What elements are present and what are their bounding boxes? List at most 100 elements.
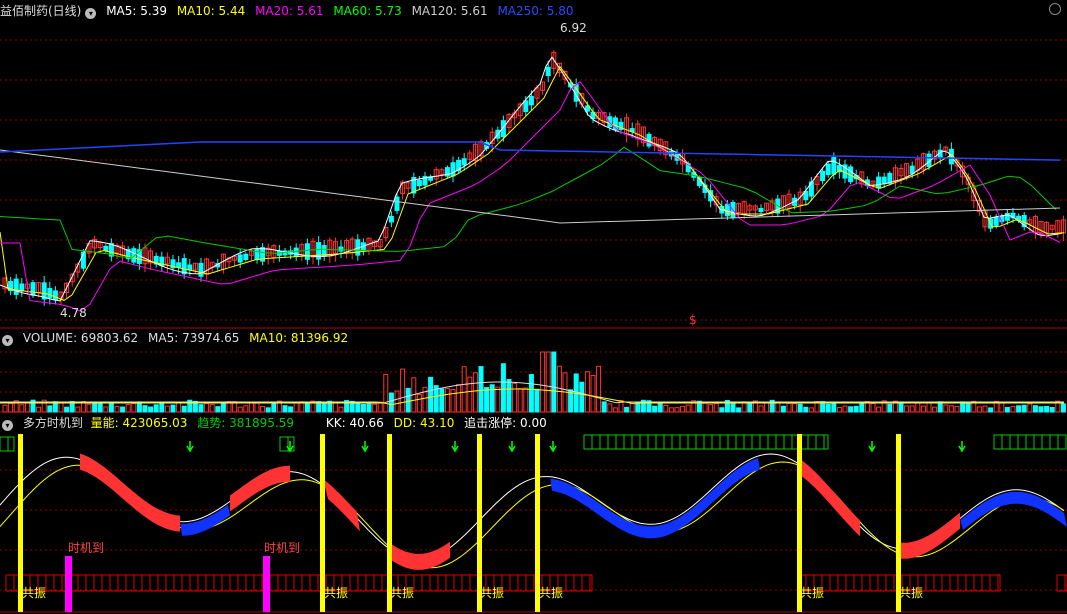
volume-bar <box>467 376 473 413</box>
volume-bar <box>534 388 540 413</box>
chart-canvas[interactable] <box>0 0 1067 614</box>
volume-bar <box>596 365 602 413</box>
candle-body <box>19 283 25 292</box>
volume-bar <box>1060 403 1066 413</box>
ma250-label: MA250: 5.80 <box>497 4 574 18</box>
volume-bar <box>607 403 613 413</box>
volume-bar <box>719 407 725 413</box>
volume-bar <box>590 374 596 413</box>
candle-body <box>1004 212 1010 221</box>
candle-body <box>13 278 19 295</box>
ma60-label: MA60: 5.73 <box>333 4 402 18</box>
volume-settings-icon[interactable]: ▾ <box>2 335 13 346</box>
volume-bar <box>198 404 204 413</box>
volume-bar <box>8 402 14 413</box>
down-arrow-icon <box>361 441 369 453</box>
volume-bar <box>120 406 126 413</box>
volume-bar <box>674 407 680 413</box>
volume-bar <box>629 402 635 413</box>
volume-bar <box>215 406 221 413</box>
volume-bar <box>624 406 630 413</box>
resonance-label-5: 共振 <box>539 586 564 600</box>
candle-body <box>876 176 882 189</box>
volume-bar <box>848 406 854 413</box>
volume-bar <box>394 390 400 413</box>
volume-bar <box>164 405 170 413</box>
volume-bar <box>243 405 249 413</box>
candle-body <box>607 116 613 128</box>
volume-bar <box>786 402 792 413</box>
volume-bar <box>775 401 781 413</box>
candle-body <box>388 215 394 223</box>
volume-bar <box>758 405 764 413</box>
volume-bar <box>153 404 159 413</box>
indicator-panel-header: ▾ 多方时机到 量能: 423065.03 趋势: 381895.59 KK: … <box>0 415 553 431</box>
candle-body <box>321 245 327 256</box>
volume-bar <box>405 387 411 413</box>
volume-bar <box>635 402 641 413</box>
volume-bar <box>377 401 383 413</box>
candle-body <box>394 196 400 211</box>
volume-bar <box>360 403 366 413</box>
low-price-marker: 4.78 <box>60 306 87 320</box>
volume-bar <box>780 405 786 413</box>
candle-body <box>30 282 36 296</box>
volume-bar <box>338 406 344 413</box>
candle-body <box>416 179 422 187</box>
candle-body <box>545 66 551 77</box>
volume-bar <box>920 405 926 413</box>
ma5-label: MA5: 5.39 <box>106 4 167 18</box>
candle-body <box>450 162 456 177</box>
candle-body <box>52 290 58 301</box>
volume-bar <box>355 402 361 413</box>
volume-bar <box>601 401 607 413</box>
volume-bar <box>1049 407 1055 413</box>
volume-bar <box>489 384 495 413</box>
candle-body <box>831 157 837 175</box>
ma10-label: MA10: 5.44 <box>176 4 246 18</box>
volume-bar <box>904 405 910 413</box>
volume-bar <box>176 402 182 413</box>
liangneng-label: 量能: 423065.03 <box>90 416 188 430</box>
down-arrow-icon <box>186 441 194 453</box>
candle-body <box>993 216 999 226</box>
zhuiji-label: 追击涨停: 0.00 <box>464 416 547 430</box>
down-arrow-icon <box>868 441 876 453</box>
candle-body <box>176 262 182 268</box>
volume-bar <box>853 405 859 413</box>
volume-ma5-label: MA5: 73974.65 <box>148 331 240 345</box>
volume-bar <box>461 366 467 413</box>
volume-bar <box>450 389 456 413</box>
volume-bar <box>204 402 210 413</box>
volume-bar <box>372 403 378 413</box>
blue-band <box>960 491 1067 530</box>
volume-bar <box>556 365 562 413</box>
candle-body <box>181 258 187 275</box>
volume-bar <box>148 406 154 413</box>
volume-bar <box>540 351 546 413</box>
volume-bar <box>181 405 187 413</box>
volume-bar <box>428 376 434 413</box>
panel-toggle-icon[interactable] <box>1049 3 1061 15</box>
ma20-line <box>0 80 1061 312</box>
volume-bar <box>170 404 176 413</box>
volume-bar <box>400 368 406 413</box>
indicator-settings-icon[interactable]: ▾ <box>2 420 13 431</box>
volume-bar <box>702 402 708 413</box>
volume-bar <box>383 373 389 413</box>
volume-bar <box>293 402 299 413</box>
volume-bar <box>747 401 753 413</box>
volume-bar <box>551 351 557 413</box>
volume-bar <box>943 404 949 413</box>
volume-bar <box>58 402 64 413</box>
settings-circle-icon[interactable]: ▾ <box>85 8 97 19</box>
red-band <box>80 453 180 532</box>
candle-body <box>47 288 53 299</box>
volume-bar <box>887 403 893 413</box>
volume-bar <box>416 393 422 413</box>
volume-bar <box>64 406 70 413</box>
volume-bar <box>332 401 338 413</box>
down-arrow-icon <box>451 441 459 453</box>
volume-bar <box>713 402 719 413</box>
resonance-label-3: 共振 <box>390 586 415 600</box>
